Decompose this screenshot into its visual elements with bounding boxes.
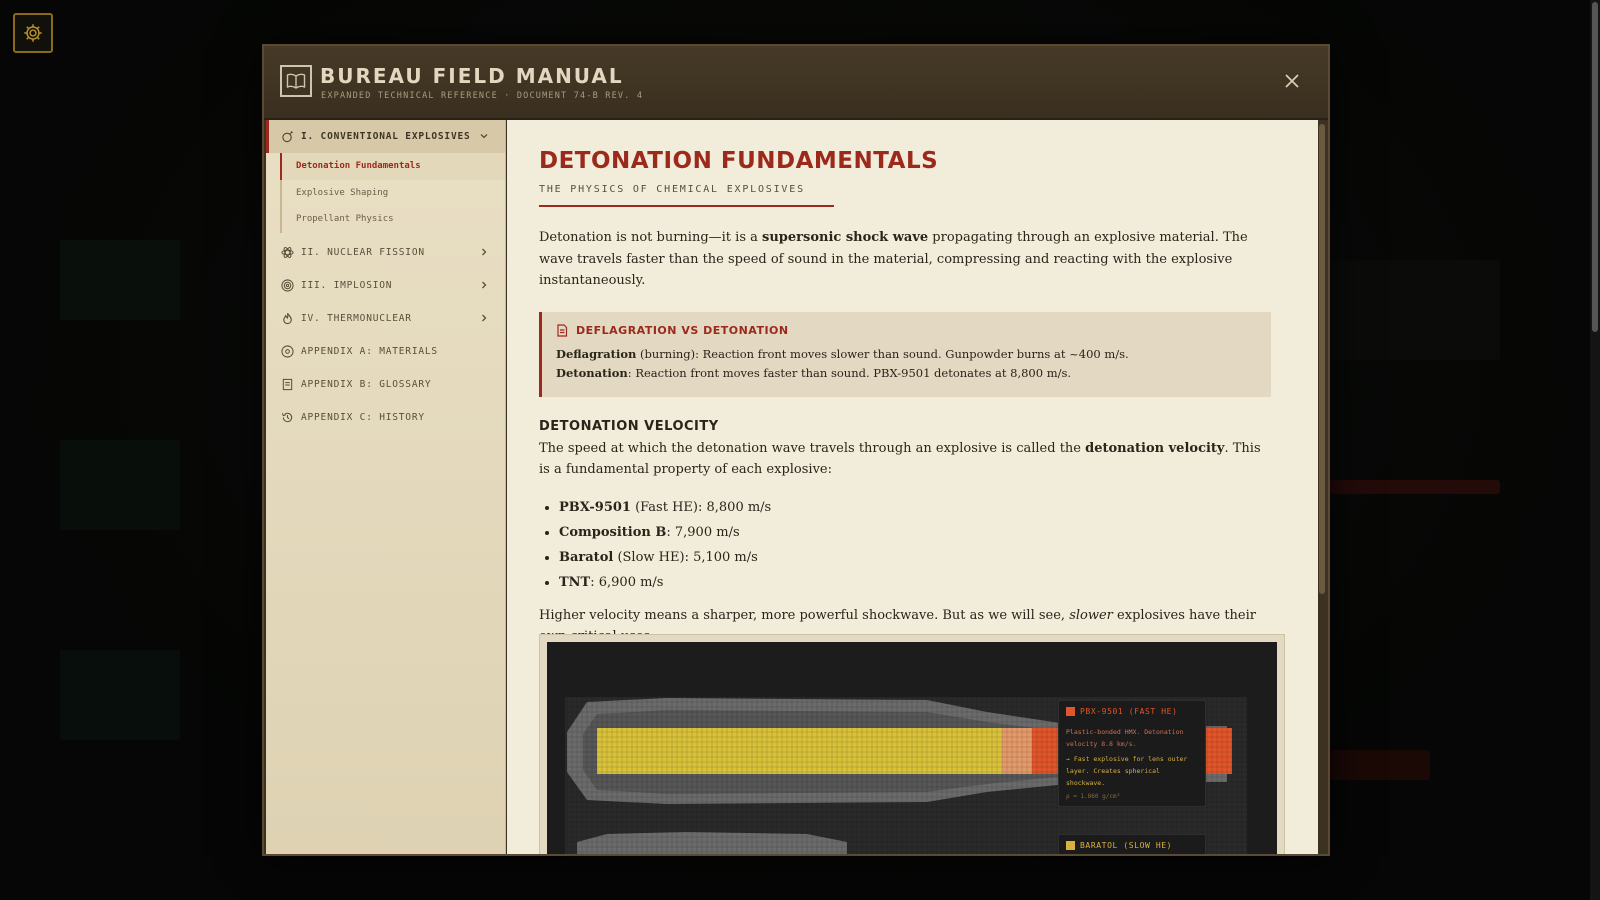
legend-baratol: BARATOL (SLOW HE) bbox=[1058, 834, 1206, 854]
atom-icon bbox=[280, 245, 294, 259]
nav-section-label: IV. THERMONUCLEAR bbox=[301, 312, 412, 324]
legend-title: BARATOL (SLOW HE) bbox=[1066, 841, 1198, 850]
legend-title: PBX-9501 (FAST HE) bbox=[1066, 707, 1198, 716]
callout-deflagration-vs-detonation: DEFLAGRATION VS DETONATION Deflagration … bbox=[539, 311, 1271, 397]
visualization-canvas: PBX-9501 (FAST HE) Plastic-bonded HMX. D… bbox=[547, 642, 1277, 854]
modal-subtitle: EXPANDED TECHNICAL REFERENCE · DOCUMENT … bbox=[321, 91, 644, 101]
manual-content[interactable]: DETONATION FUNDAMENTALS THE PHYSICS OF C… bbox=[507, 120, 1318, 854]
list-item: TNT: 6,900 m/s bbox=[559, 570, 1271, 595]
nav-section-thermonuclear[interactable]: IV. THERMONUCLEAR bbox=[266, 302, 505, 335]
glossary-icon bbox=[280, 377, 294, 391]
nav-section-appendix-glossary[interactable]: APPENDIX B: GLOSSARY bbox=[266, 368, 505, 401]
legend-swatch bbox=[1066, 707, 1075, 716]
nav-item-detonation-fundamentals[interactable]: Detonation Fundamentals bbox=[280, 153, 505, 180]
gear-icon bbox=[24, 24, 42, 42]
field-manual-modal: BUREAU FIELD MANUAL EXPANDED TECHNICAL R… bbox=[262, 44, 1330, 856]
chevron-right-icon bbox=[482, 248, 487, 255]
title-divider bbox=[539, 205, 834, 207]
nav-item-explosive-shaping[interactable]: Explosive Shaping bbox=[280, 179, 505, 206]
nav-section-label: I. CONVENTIONAL EXPLOSIVES bbox=[301, 131, 471, 142]
velocity-list: PBX-9501 (Fast HE): 8,800 m/s Compositio… bbox=[559, 495, 1271, 595]
callout-heading: DEFLAGRATION VS DETONATION bbox=[556, 324, 1257, 337]
intro-paragraph: Detonation is not burning—it is a supers… bbox=[539, 230, 1248, 288]
nav-section-label: APPENDIX A: MATERIALS bbox=[301, 345, 438, 357]
close-icon bbox=[1285, 74, 1299, 88]
content-article: DETONATION FUNDAMENTALS THE PHYSICS OF C… bbox=[539, 148, 1271, 648]
legend-swatch bbox=[1066, 841, 1075, 850]
legend-description: Plastic-bonded HMX. Detonation velocity … bbox=[1066, 728, 1184, 748]
page-scrollbar-thumb[interactable] bbox=[1592, 2, 1598, 332]
content-scrollbar-thumb[interactable] bbox=[1319, 124, 1325, 594]
callout-line-detonation: Detonation: Reaction front moves faster … bbox=[556, 365, 1072, 380]
chevron-right-icon bbox=[482, 281, 487, 288]
explosive-visualization: PBX-9501 (FAST HE) Plastic-bonded HMX. D… bbox=[539, 634, 1285, 854]
book-icon bbox=[280, 65, 312, 97]
list-item: Composition B: 7,900 m/s bbox=[559, 520, 1271, 545]
modal-title: BUREAU FIELD MANUAL bbox=[320, 64, 624, 88]
content-scrollbar[interactable] bbox=[1318, 120, 1326, 854]
nav-section-nuclear-fission[interactable]: II. NUCLEAR FISSION bbox=[266, 236, 505, 269]
chevron-down-icon bbox=[480, 134, 488, 139]
list-item: Baratol (Slow HE): 5,100 m/s bbox=[559, 545, 1271, 570]
settings-button[interactable] bbox=[13, 13, 53, 53]
close-button[interactable] bbox=[1282, 71, 1302, 91]
chevron-right-icon bbox=[482, 314, 487, 321]
bomb-icon bbox=[280, 130, 294, 144]
document-icon bbox=[557, 323, 568, 337]
section-heading-detonation-velocity: DETONATION VELOCITY bbox=[539, 418, 719, 434]
nav-section-label: APPENDIX C: HISTORY bbox=[301, 411, 425, 423]
nav-section-appendix-history[interactable]: APPENDIX C: HISTORY bbox=[266, 401, 505, 434]
legend-density: ρ = 1.860 g/cm³ bbox=[1066, 793, 1121, 800]
target-icon bbox=[280, 278, 294, 292]
history-icon bbox=[280, 410, 294, 424]
nav-section-appendix-materials[interactable]: APPENDIX A: MATERIALS bbox=[266, 335, 505, 368]
legend-note: → Fast explosive for lens outer layer. C… bbox=[1066, 755, 1188, 787]
nav-section-implosion[interactable]: III. IMPLOSION bbox=[266, 269, 505, 302]
materials-icon bbox=[280, 344, 294, 358]
page-subtitle: THE PHYSICS OF CHEMICAL EXPLOSIVES bbox=[539, 184, 805, 195]
list-item: PBX-9501 (Fast HE): 8,800 m/s bbox=[559, 495, 1271, 520]
nav-section-label: APPENDIX B: GLOSSARY bbox=[301, 378, 432, 390]
nav-section-label: III. IMPLOSION bbox=[301, 279, 393, 291]
velocity-paragraph: The speed at which the detonation wave t… bbox=[539, 440, 1261, 478]
page-scrollbar[interactable] bbox=[1590, 0, 1600, 900]
nav-section-conventional-explosives[interactable]: I. CONVENTIONAL EXPLOSIVES bbox=[266, 120, 505, 153]
page-title: DETONATION FUNDAMENTALS bbox=[539, 148, 939, 174]
nav-item-propellant-physics[interactable]: Propellant Physics bbox=[280, 206, 505, 233]
legend-pbx-9501: PBX-9501 (FAST HE) Plastic-bonded HMX. D… bbox=[1058, 700, 1206, 807]
manual-sidebar: I. CONVENTIONAL EXPLOSIVES Detonation Fu… bbox=[266, 120, 506, 854]
flame-icon bbox=[280, 311, 294, 325]
nav-section-label: II. NUCLEAR FISSION bbox=[301, 246, 425, 258]
callout-line-deflagration: Deflagration (burning): Reaction front m… bbox=[556, 346, 1129, 361]
modal-header: BUREAU FIELD MANUAL EXPANDED TECHNICAL R… bbox=[264, 46, 1328, 120]
